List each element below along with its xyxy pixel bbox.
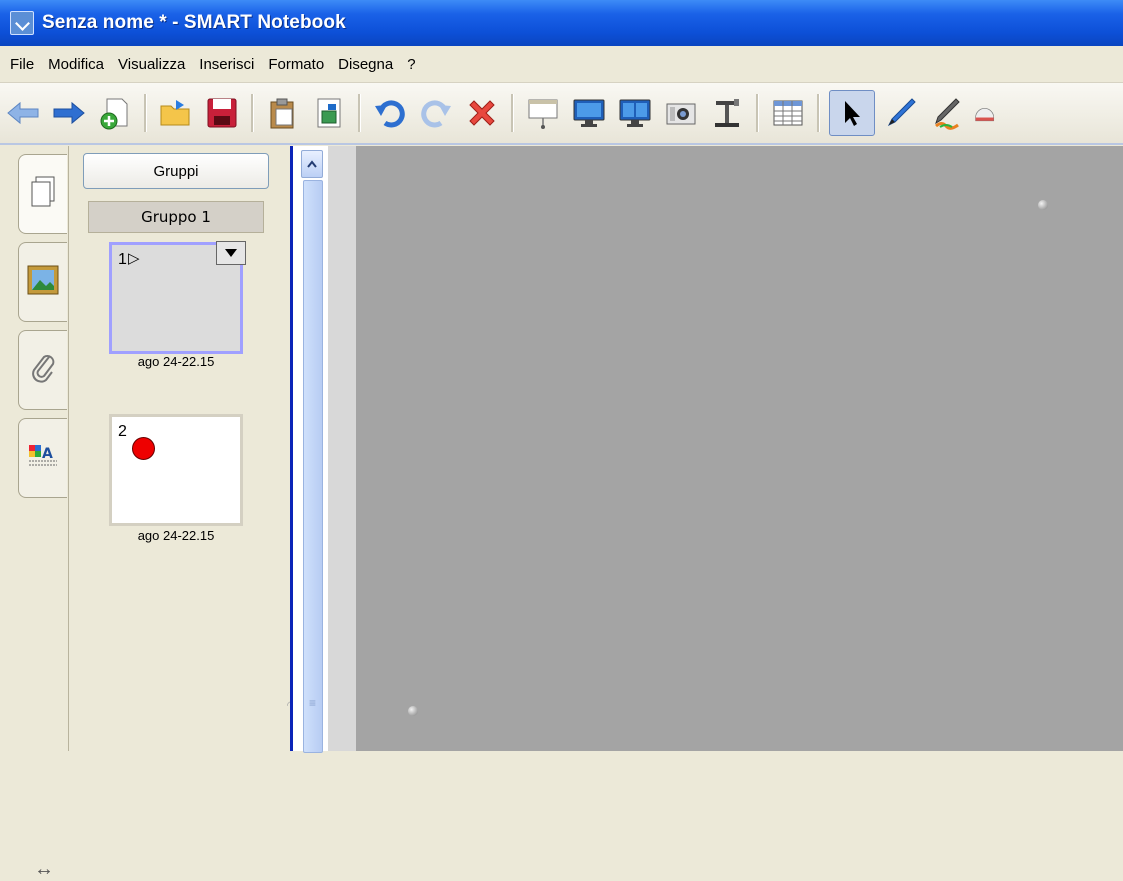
dual-page-icon[interactable]: [615, 93, 655, 133]
redo-icon[interactable]: [416, 93, 456, 133]
camera-icon[interactable]: [661, 93, 701, 133]
chevron-up-icon: [307, 160, 317, 168]
menu-visualizza[interactable]: Visualizza: [111, 56, 192, 73]
menu-formato[interactable]: Formato: [261, 56, 331, 73]
delete-icon[interactable]: [462, 93, 502, 133]
whiteboard-canvas[interactable]: [356, 146, 1123, 751]
menu-help[interactable]: ?: [400, 56, 422, 73]
tab-page-sorter[interactable]: [18, 154, 67, 234]
page-sorter-panel: Gruppi Gruppo 1 1 ▷ ago 24-22.15 2 ago 2…: [68, 146, 292, 751]
side-tab-strip: A ↔: [8, 146, 68, 880]
scroll-up-button[interactable]: [301, 150, 323, 178]
page-number: 2: [118, 423, 127, 440]
save-icon[interactable]: [202, 93, 242, 133]
properties-icon: A: [27, 441, 59, 476]
select-arrow-icon[interactable]: [829, 90, 875, 136]
sorter-scrollbar[interactable]: ≡: [290, 146, 329, 753]
group-label: Gruppo 1: [88, 201, 264, 233]
toolbar: [0, 83, 1123, 145]
open-folder-icon[interactable]: [156, 93, 196, 133]
full-screen-icon[interactable]: [569, 93, 609, 133]
screen-shade-icon[interactable]: [523, 93, 563, 133]
new-page-icon[interactable]: [95, 93, 135, 133]
table-icon[interactable]: [768, 93, 808, 133]
window-title: Senza nome * - SMART Notebook: [42, 12, 346, 33]
page-link-icon: ▷: [128, 250, 140, 267]
title-bar: Senza nome * - SMART Notebook: [0, 0, 1123, 46]
page-menu-dropdown-icon[interactable]: [216, 241, 246, 265]
swap-sides-icon[interactable]: ↔: [34, 858, 54, 881]
tab-properties[interactable]: A: [18, 418, 67, 498]
eraser-icon[interactable]: [973, 93, 995, 133]
undo-icon[interactable]: [370, 93, 410, 133]
menu-bar: File Modifica Visualizza Inserisci Forma…: [0, 46, 1123, 83]
canvas-screw-icon: [1038, 200, 1048, 210]
toolbar-separator: [756, 94, 759, 132]
menu-file[interactable]: File: [0, 56, 41, 73]
gallery-icon: [27, 265, 59, 300]
page-sorter-icon: [29, 175, 57, 214]
tab-gallery[interactable]: [18, 242, 67, 322]
page-thumbnail-2[interactable]: 2: [109, 414, 243, 526]
tab-attachments[interactable]: [18, 330, 67, 410]
red-circle-shape: [132, 437, 155, 460]
menu-modifica[interactable]: Modifica: [41, 56, 111, 73]
creative-pen-icon[interactable]: [927, 93, 967, 133]
forward-arrow-icon[interactable]: [49, 93, 89, 133]
screen-capture-icon[interactable]: [309, 93, 349, 133]
scroll-grip-icon: ≡: [309, 696, 317, 710]
paste-icon[interactable]: [263, 93, 303, 133]
document-camera-icon[interactable]: [707, 93, 747, 133]
groups-button[interactable]: Gruppi: [83, 153, 269, 189]
toolbar-separator: [358, 94, 361, 132]
menu-disegna[interactable]: Disegna: [331, 56, 400, 73]
svg-text:A: A: [42, 446, 53, 462]
attachments-icon: [29, 351, 57, 390]
canvas-screw-icon: [408, 706, 418, 716]
toolbar-separator: [144, 94, 147, 132]
menu-inserisci[interactable]: Inserisci: [192, 56, 261, 73]
smart-notebook-app-icon: [10, 11, 34, 35]
page-date: ago 24-22.15: [137, 528, 215, 543]
back-arrow-icon[interactable]: [3, 93, 43, 133]
toolbar-separator: [511, 94, 514, 132]
pen-icon[interactable]: [881, 93, 921, 133]
page-date: ago 24-22.15: [137, 354, 215, 369]
page-thumbnail-1[interactable]: 1 ▷: [109, 241, 246, 354]
page-number: 1: [118, 251, 127, 268]
toolbar-separator: [817, 94, 820, 132]
toolbar-separator: [251, 94, 254, 132]
scroll-thumb[interactable]: ≡: [303, 180, 323, 753]
divider-strip: [328, 146, 356, 751]
